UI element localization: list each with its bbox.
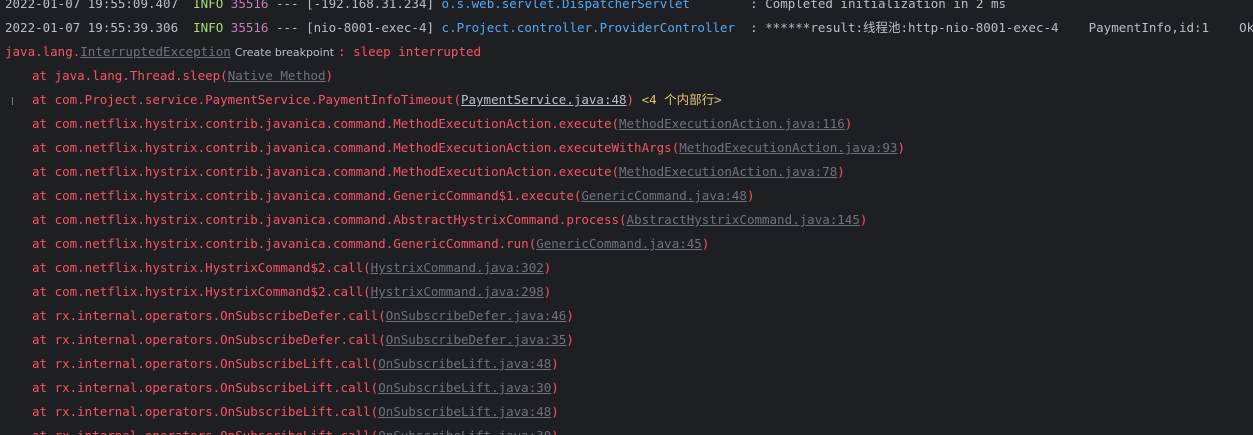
frame-source-link[interactable]: Native Method — [228, 68, 326, 83]
stack-frame: at rx.internal.operators.OnSubscribeLift… — [32, 380, 559, 395]
create-breakpoint-button[interactable]: Create breakpoint — [235, 46, 334, 59]
stack-frame: at rx.internal.operators.OnSubscribeDefe… — [32, 332, 574, 347]
stack-frame: at com.netflix.hystrix.contrib.javanica.… — [32, 188, 755, 203]
exception-class-link[interactable]: InterruptedException — [80, 44, 231, 59]
exception-line: java.lang.InterruptedException Create bre… — [0, 40, 1253, 64]
stack-frame: at com.netflix.hystrix.contrib.javanica.… — [32, 212, 868, 227]
frame-method: com.Project.service.PaymentService.Payme… — [54, 92, 454, 107]
frame-prefix: at — [32, 356, 55, 371]
log-thread: [nio-8001-exec-4] — [306, 20, 435, 35]
log-timestamp: 2022-01-07 19:55:39.306 — [5, 20, 179, 35]
frame-source-link[interactable]: HystrixCommand.java:302 — [371, 260, 544, 275]
frame-source-link[interactable]: MethodExecutionAction.java:116 — [619, 116, 845, 131]
frame-prefix: at — [32, 116, 55, 131]
frame-method: com.netflix.hystrix.contrib.javanica.com… — [54, 236, 529, 251]
log-pid: 35516 — [230, 20, 269, 35]
stack-frame: at com.netflix.hystrix.HystrixCommand$2.… — [32, 284, 552, 299]
frame-prefix: at — [32, 380, 55, 395]
frame-method: com.netflix.hystrix.contrib.javanica.com… — [54, 188, 574, 203]
log-separator: --- — [275, 20, 299, 35]
internal-lines-note[interactable]: <4 个内部行> — [642, 92, 722, 107]
log-message: : ******result:线程池:http-nio-8001-exec-4 … — [750, 20, 1253, 35]
frame-method: rx.internal.operators.OnSubscribeLift.ca… — [54, 356, 371, 371]
frame-prefix: at — [32, 92, 55, 107]
frame-prefix: at — [32, 308, 55, 323]
frame-method: rx.internal.operators.OnSubscribeLift.ca… — [54, 404, 371, 419]
frame-prefix: at — [32, 188, 55, 203]
frame-source-link[interactable]: OnSubscribeLift.java:30 — [378, 428, 551, 435]
stack-frame: at com.netflix.hystrix.contrib.javanica.… — [32, 140, 905, 155]
frame-source-link[interactable]: OnSubscribeDefer.java:35 — [386, 332, 567, 347]
exception-message: : sleep interrupted — [338, 44, 482, 59]
exception-package: java.lang. — [5, 44, 81, 59]
log-message: : Completed initialization in 2 ms — [750, 0, 1006, 11]
frame-prefix: at — [32, 236, 55, 251]
log-timestamp: 2022-01-07 19:55:09.407 — [5, 0, 179, 11]
log-line: 2022-01-07 19:55:09.407 INFO 35516 --- [… — [0, 0, 1253, 16]
frame-method: com.netflix.hystrix.contrib.javanica.com… — [54, 164, 612, 179]
frame-method: com.netflix.hystrix.contrib.javanica.com… — [54, 140, 672, 155]
frame-method: rx.internal.operators.OnSubscribeLift.ca… — [54, 380, 371, 395]
frame-prefix: at — [32, 68, 55, 83]
stack-frame: at com.netflix.hystrix.contrib.javanica.… — [32, 164, 845, 179]
console-output: 2022-01-07 19:55:09.407 INFO 35516 --- [… — [0, 0, 1253, 435]
frame-source-link[interactable]: PaymentService.java:48 — [461, 92, 627, 107]
frame-prefix: at — [32, 140, 55, 155]
stack-frame: at java.lang.Thread.sleep(Native Method) — [32, 68, 334, 83]
frame-source-link[interactable]: MethodExecutionAction.java:93 — [679, 140, 897, 155]
frame-method: com.netflix.hystrix.HystrixCommand$2.cal… — [54, 284, 364, 299]
frame-source-link[interactable]: HystrixCommand.java:298 — [371, 284, 544, 299]
frame-method: rx.internal.operators.OnSubscribeLift.ca… — [55, 428, 371, 435]
frame-prefix: at — [32, 332, 55, 347]
stack-frame: at rx.internal.operators.OnSubscribeDefe… — [32, 308, 574, 323]
frame-prefix: at — [32, 284, 55, 299]
frame-prefix: at — [32, 428, 55, 435]
frame-source-link[interactable]: OnSubscribeDefer.java:46 — [386, 308, 567, 323]
frame-method: com.netflix.hystrix.HystrixCommand$2.cal… — [54, 260, 364, 275]
frame-prefix: at — [32, 260, 55, 275]
frame-source-link[interactable]: GenericCommand.java:48 — [581, 188, 747, 203]
stack-frame: at rx.internal.operators.OnSubscribeLift… — [32, 356, 559, 371]
frame-method: java.lang.Thread.sleep — [54, 68, 221, 83]
frame-method: rx.internal.operators.OnSubscribeDefer.c… — [54, 308, 379, 323]
stack-frame: at com.Project.service.PaymentService.Pa… — [32, 92, 722, 107]
frame-method: rx.internal.operators.OnSubscribeDefer.c… — [54, 332, 379, 347]
stack-frame: at rx.internal.operators.OnSubscribeLift… — [32, 404, 559, 419]
frame-source-link[interactable]: OnSubscribeLift.java:30 — [378, 380, 551, 395]
frame-method: com.netflix.hystrix.contrib.javanica.com… — [54, 116, 612, 131]
stack-frame: at rx.internal.operators.OnSubscribeLift… — [0, 424, 1253, 435]
frame-method: com.netflix.hystrix.contrib.javanica.com… — [54, 212, 620, 227]
log-level: INFO — [193, 0, 224, 11]
log-thread: [-192.168.31.234] — [306, 0, 435, 11]
fold-marker-icon[interactable] — [12, 97, 15, 105]
log-logger: c.Project.controller.ProviderController — [441, 20, 736, 35]
log-logger: o.s.web.servlet.DispatcherServlet — [441, 0, 690, 11]
frame-source-link[interactable]: OnSubscribeLift.java:48 — [378, 404, 551, 419]
stack-frame: at com.netflix.hystrix.HystrixCommand$2.… — [32, 260, 552, 275]
log-line: 2022-01-07 19:55:39.306 INFO 35516 --- [… — [0, 16, 1253, 40]
frame-prefix: at — [32, 212, 55, 227]
frame-source-link[interactable]: GenericCommand.java:45 — [536, 236, 702, 251]
stack-frame: at com.netflix.hystrix.contrib.javanica.… — [32, 116, 853, 131]
frame-source-link[interactable]: MethodExecutionAction.java:78 — [619, 164, 837, 179]
log-level: INFO — [193, 20, 224, 35]
log-separator: --- — [275, 0, 299, 11]
log-pid: 35516 — [230, 0, 269, 11]
frame-source-link[interactable]: AbstractHystrixCommand.java:145 — [627, 212, 860, 227]
stack-frame: at com.netflix.hystrix.contrib.javanica.… — [32, 236, 710, 251]
frame-source-link[interactable]: OnSubscribeLift.java:48 — [378, 356, 551, 371]
frame-prefix: at — [32, 404, 55, 419]
frame-prefix: at — [32, 164, 55, 179]
